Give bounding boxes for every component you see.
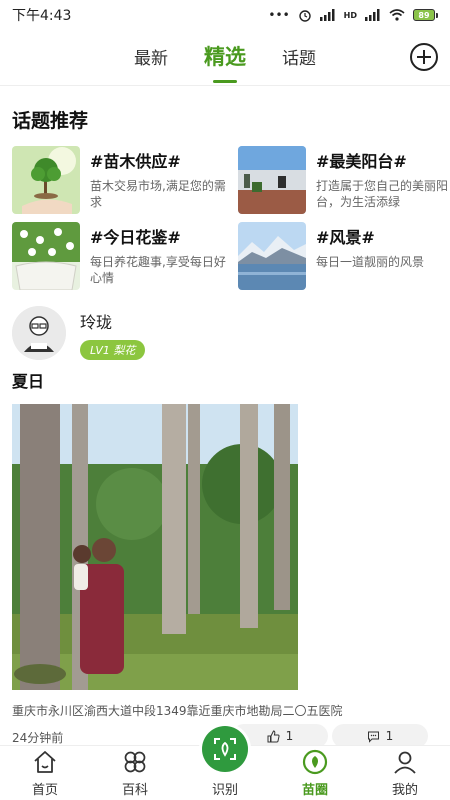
wifi-icon	[389, 9, 405, 21]
signal-icon	[319, 9, 335, 21]
alarm-icon	[298, 10, 311, 22]
topic-card[interactable]: #风景# 每日一道靓丽的风景	[238, 222, 450, 292]
scan-button[interactable]	[202, 726, 248, 772]
post-location: 重庆市永川区渝西大道中段1349靠近重庆市地勘局二〇五医院	[12, 704, 343, 718]
post-time: 24分钟前	[12, 731, 64, 745]
circle-leaf-icon	[302, 749, 328, 775]
level-badge: LV1 梨花	[80, 340, 146, 360]
status-bar: 下午4:43 ••• HD 89	[0, 0, 450, 30]
user-icon	[394, 751, 416, 774]
topic-desc: 苗木交易市场,满足您的需求	[90, 179, 226, 209]
tab-bar: 最新 精选 话题	[0, 30, 450, 86]
status-time: 下午4:43	[12, 8, 72, 24]
clover-icon	[124, 751, 146, 773]
more-dots-icon: •••	[268, 8, 290, 22]
network-label: HD	[343, 10, 357, 20]
topic-thumbnail	[12, 222, 80, 290]
topic-grid: #苗木供应# 苗木交易市场,满足您的需求 #最美阳台# 打造属于您自己的美丽阳台…	[12, 146, 448, 292]
comment-count: 1	[385, 729, 394, 743]
topic-card[interactable]: #今日花鉴# 每日养花趣事,享受每日好心情	[12, 222, 230, 292]
section-title: 话题推荐	[12, 110, 89, 132]
nav-identify[interactable]: 识别	[180, 726, 270, 800]
home-icon	[34, 751, 56, 773]
nav-encyclopedia[interactable]: 百科	[90, 746, 180, 800]
topic-title: #今日花鉴#	[90, 228, 181, 247]
topic-thumbnail	[238, 146, 306, 214]
avatar[interactable]	[12, 306, 66, 360]
battery-level: 89	[413, 9, 435, 21]
bottom-nav: 首页 百科 识别 苗圈 我的	[0, 726, 450, 800]
topic-card[interactable]: #最美阳台# 打造属于您自己的美丽阳台，为生活添绿	[238, 146, 450, 216]
plus-icon	[417, 50, 431, 64]
thumbs-up-icon	[267, 729, 280, 742]
topic-thumbnail	[12, 146, 80, 214]
top-bar: 最新 精选 话题	[0, 30, 450, 86]
topic-title: #风景#	[316, 228, 375, 247]
user-name[interactable]: 玲珑	[80, 309, 145, 333]
like-count: 1	[285, 729, 294, 743]
nav-identify-label: 识别	[211, 783, 238, 798]
topic-desc: 每日养花趣事,享受每日好心情	[90, 255, 226, 285]
tab-latest[interactable]: 最新	[134, 44, 168, 73]
nav-encyclopedia-label: 百科	[121, 783, 148, 798]
scan-leaf-icon	[214, 738, 236, 760]
add-post-button[interactable]	[410, 43, 438, 71]
status-icons: ••• HD 89	[268, 8, 438, 22]
nav-profile-label: 我的	[391, 783, 418, 798]
battery-icon: 89	[413, 9, 438, 21]
topic-thumbnail	[238, 222, 306, 290]
comment-icon	[367, 731, 379, 743]
nav-circle-label: 苗圈	[301, 783, 328, 798]
topic-desc: 每日一道靓丽的风景	[316, 255, 425, 269]
topic-title: #最美阳台#	[316, 152, 407, 171]
nav-circle[interactable]: 苗圈	[270, 746, 360, 800]
post-title: 夏日	[12, 372, 45, 391]
topic-title: #苗木供应#	[90, 152, 181, 171]
nav-profile[interactable]: 我的	[360, 746, 450, 800]
nav-home-label: 首页	[31, 783, 58, 798]
tab-featured[interactable]: 精选	[204, 41, 246, 75]
signal-icon-2	[365, 9, 380, 21]
topic-card[interactable]: #苗木供应# 苗木交易市场,满足您的需求	[12, 146, 230, 216]
topic-desc: 打造属于您自己的美丽阳台，为生活添绿	[316, 179, 449, 209]
post-photo[interactable]	[12, 404, 298, 690]
tab-topics[interactable]: 话题	[282, 44, 316, 73]
nav-home[interactable]: 首页	[0, 746, 90, 800]
post-author[interactable]: 玲珑 LV1 梨花	[12, 306, 146, 360]
